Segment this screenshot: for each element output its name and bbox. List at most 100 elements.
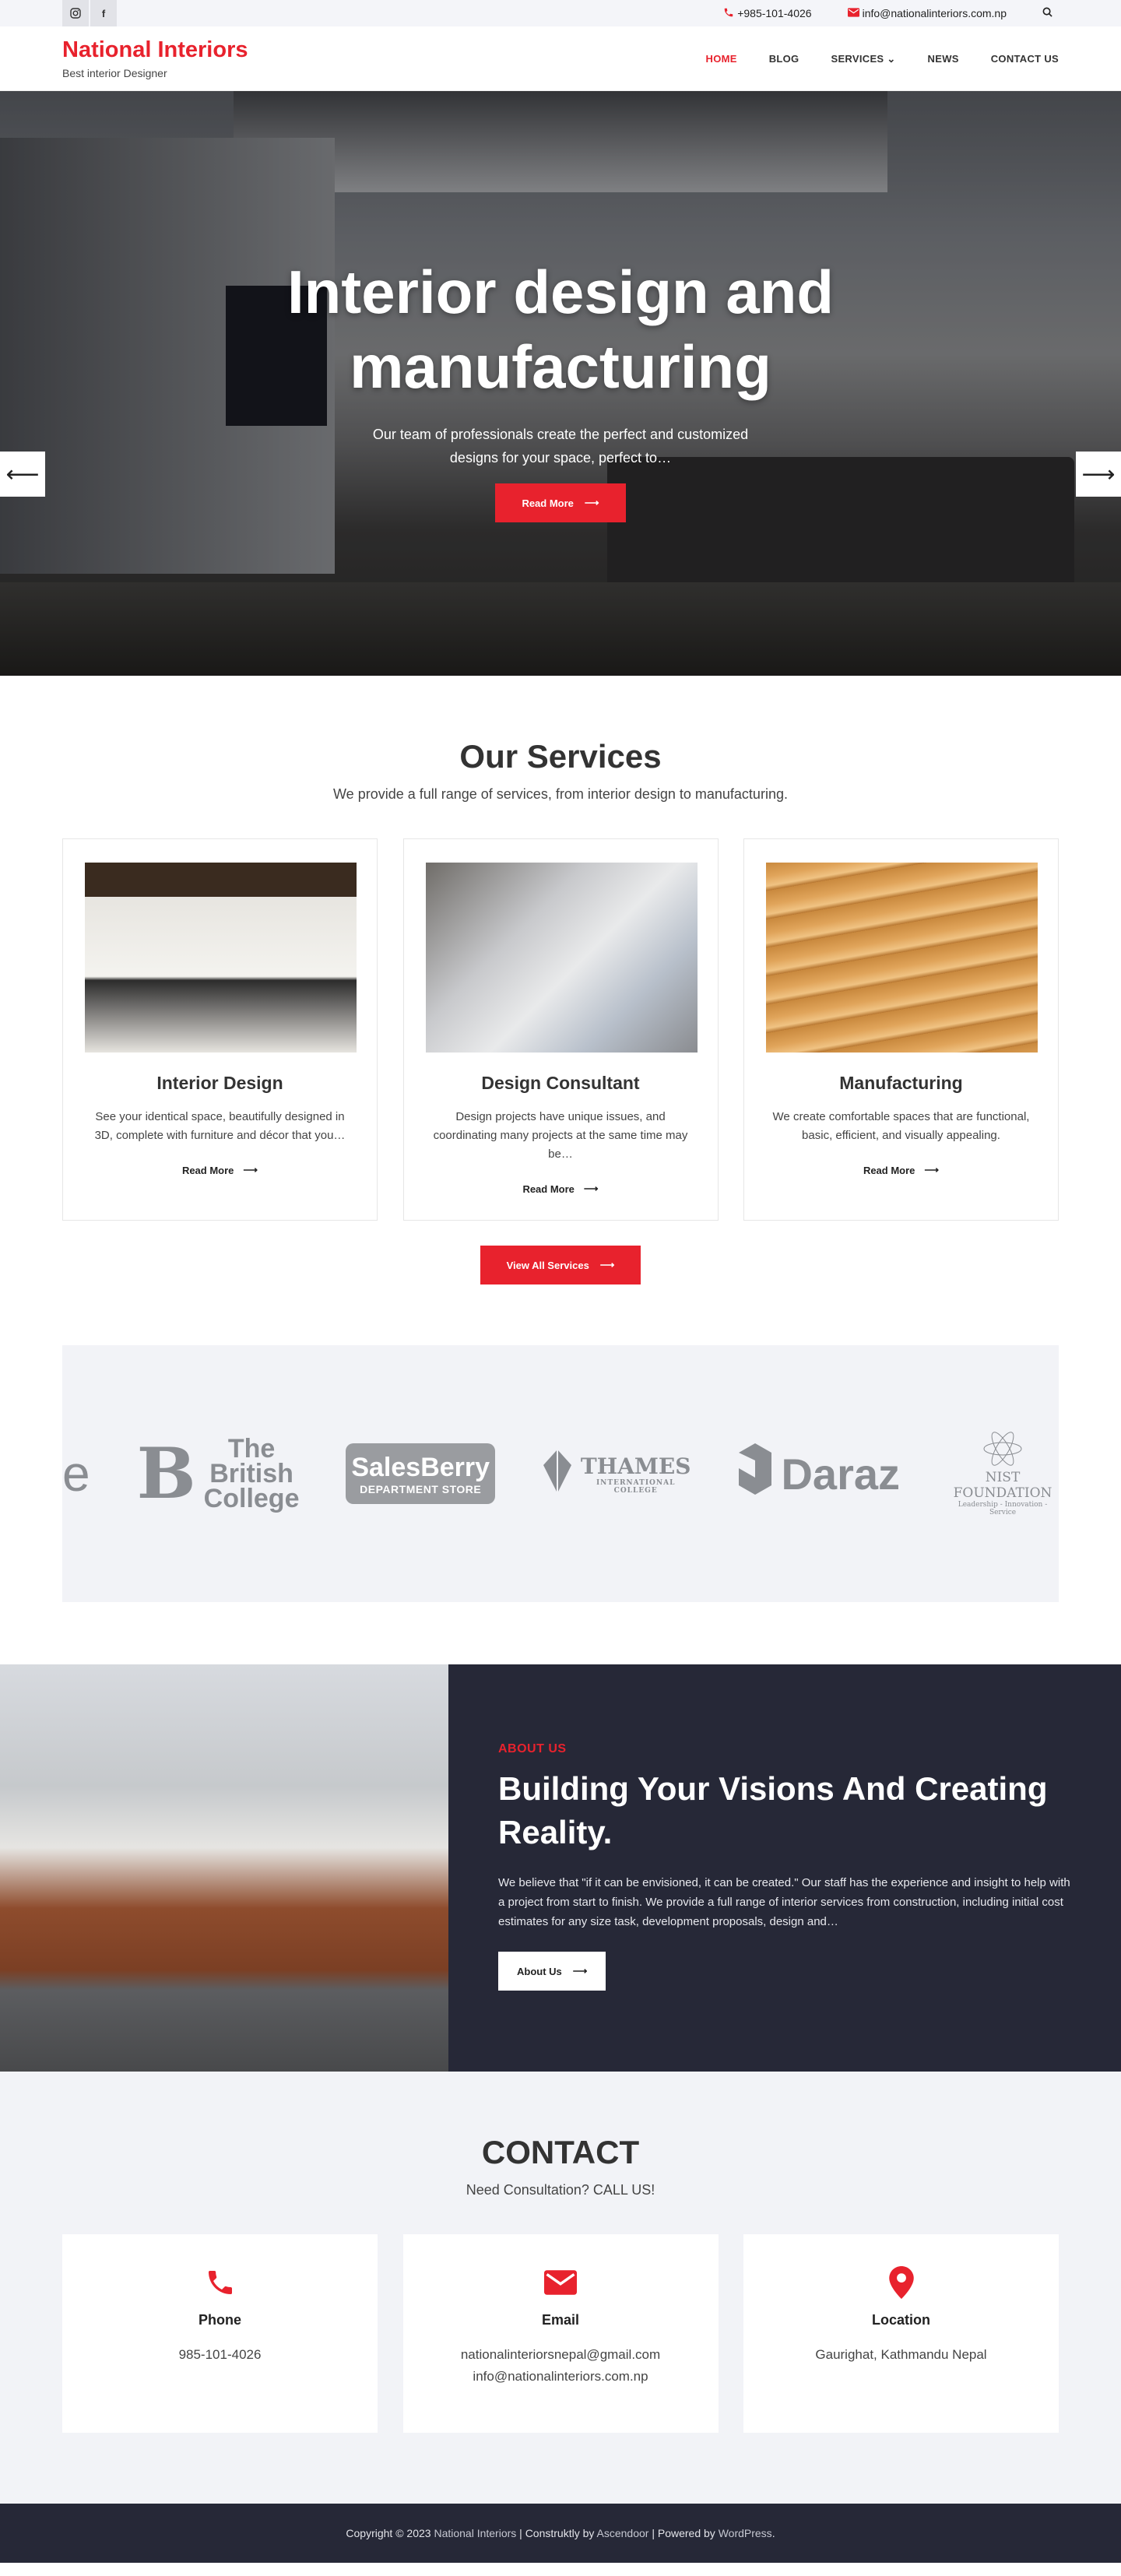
instagram-icon[interactable] (62, 0, 89, 26)
footer-brand-link[interactable]: National Interiors (434, 2527, 516, 2539)
arrow-right-icon: ⟶ (924, 1164, 940, 1176)
slider-prev-button[interactable]: ⟵ (0, 452, 45, 497)
hero-slider: Interior design and manufacturing Our te… (0, 91, 1121, 676)
view-all-services-button[interactable]: View All Services ⟶ (480, 1246, 641, 1284)
topbar-phone[interactable]: +985-101-4026 (723, 7, 812, 20)
about-content: ABOUT US Building Your Visions And Creat… (448, 1664, 1121, 2072)
hero-title-line1: Interior design and (286, 258, 835, 326)
contact-card-phone: Phone 985-101-4026 (62, 2234, 378, 2433)
slider-next-button[interactable]: ⟶ (1076, 452, 1121, 497)
social-links: f (62, 0, 117, 26)
logo-british-college: B The British College (137, 1436, 300, 1513)
arrow-right-icon: ⟶ (572, 1965, 588, 1977)
footer-platform-link[interactable]: WordPress (719, 2527, 772, 2539)
copyright-end: . (771, 2527, 775, 2539)
thames-name: THAMES (580, 1453, 691, 1479)
daraz-mark-icon (737, 1442, 773, 1506)
service-title[interactable]: Manufacturing (766, 1073, 1036, 1094)
service-image-consultant[interactable] (425, 863, 698, 1053)
nist-name: NIST FOUNDATION (953, 1469, 1052, 1501)
brand[interactable]: National Interiors Best interior Designe… (62, 37, 248, 80)
copyright-mid2: | Powered by (648, 2527, 719, 2539)
contact-title: CONTACT (481, 2134, 640, 2170)
search-icon[interactable] (1042, 7, 1052, 19)
salesberry-name: SalesBerry (351, 1452, 490, 1482)
contact-card-title: Email (541, 2312, 580, 2328)
service-text: We create comfortable spaces that are fu… (772, 1110, 1030, 1142)
daraz-name: Daraz (781, 1449, 901, 1499)
thames-leaf-icon (542, 1448, 573, 1500)
arrow-right-icon: ⟶ (584, 497, 599, 508)
contact-section: CONTACT Need Consultation? CALL US! Phon… (0, 2072, 1121, 2504)
contact-email-value[interactable]: nationalinteriorsnepal@gmail.com (403, 2344, 719, 2366)
about-us-button[interactable]: About Us ⟶ (498, 1952, 606, 1991)
hero-read-more-button[interactable]: Read More ⟶ (495, 483, 626, 522)
nav-services[interactable]: SERVICES ⌄ (831, 53, 895, 65)
service-read-more-link[interactable]: Read More ⟶ (863, 1164, 939, 1176)
facebook-icon[interactable]: f (90, 0, 117, 26)
about-section: ABOUT US Building Your Visions And Creat… (0, 1664, 1121, 2072)
nav-home[interactable]: HOME (706, 53, 737, 65)
arrow-right-icon: ⟶ (583, 1183, 599, 1194)
service-title[interactable]: Design Consultant (426, 1073, 696, 1094)
service-image-manufacturing[interactable] (766, 863, 1038, 1053)
hero-text: Our team of professionals create the per… (372, 427, 749, 466)
hero-content: Interior design and manufacturing Our te… (0, 255, 1121, 522)
hero-title: Interior design and manufacturing (0, 255, 1121, 404)
contact-card-title: Location (872, 2312, 930, 2328)
british-college-text: The British College (203, 1436, 300, 1513)
logo-salesberry: SalesBerry DEPARTMENT STORE (346, 1443, 495, 1504)
contact-cards: Phone 985-101-4026 Email nationalinterio… (62, 2234, 1059, 2433)
salesberry-sub: DEPARTMENT STORE (360, 1482, 482, 1495)
read-more-label: Read More (181, 1164, 234, 1176)
service-read-more-link[interactable]: Read More ⟶ (522, 1183, 598, 1195)
contact-phone-value[interactable]: 985-101-4026 (62, 2344, 378, 2366)
logo-daraz: Daraz (737, 1442, 900, 1506)
phone-icon (723, 7, 734, 20)
service-card: Manufacturing We create comfortable spac… (743, 838, 1059, 1221)
services-title: Our Services (459, 738, 662, 775)
topbar-email[interactable]: info@nationalinteriors.com.np (847, 7, 1007, 19)
service-read-more-link[interactable]: Read More ⟶ (182, 1164, 258, 1176)
about-title: Building Your Visions And Creating Reali… (498, 1770, 1048, 1850)
nav-contact[interactable]: CONTACT US (991, 53, 1059, 65)
view-all-label: View All Services (506, 1259, 589, 1271)
contact-card-title: Phone (198, 2312, 241, 2328)
contact-location-value: Gaurighat, Kathmandu Nepal (815, 2347, 987, 2362)
site-title[interactable]: National Interiors (62, 37, 248, 63)
envelope-icon (403, 2264, 719, 2301)
site-footer: Copyright © 2023 National Interiors | Co… (0, 2504, 1121, 2563)
nav-blog[interactable]: BLOG (769, 53, 799, 65)
chevron-down-icon: ⌄ (887, 52, 896, 65)
service-image-interior[interactable] (85, 863, 357, 1053)
bc-word3: College (203, 1484, 300, 1513)
map-pin-icon (743, 2264, 1059, 2301)
service-card: Design Consultant Design projects have u… (402, 838, 719, 1221)
copyright-prefix: Copyright © 2023 (346, 2527, 434, 2539)
copyright-text: Copyright © 2023 National Interiors | Co… (346, 2527, 775, 2539)
contact-email-value[interactable]: info@nationalinteriors.com.np (403, 2366, 719, 2388)
read-more-label: Read More (863, 1164, 915, 1176)
services-section: Our Services We provide a full range of … (0, 676, 1121, 1284)
main-nav: HOME BLOG SERVICES ⌄ NEWS CONTACT US (706, 53, 1059, 65)
about-button-label: About Us (517, 1965, 562, 1977)
services-subtitle: We provide a full range of services, fro… (333, 786, 788, 802)
thames-sub: INTERNATIONAL COLLEGE (596, 1478, 676, 1495)
service-card: Interior Design See your identical space… (62, 838, 378, 1221)
nav-news[interactable]: NEWS (928, 53, 959, 65)
logo-thames: THAMES INTERNATIONAL COLLEGE (542, 1448, 691, 1500)
contact-card-email: Email nationalinteriorsnepal@gmail.com i… (402, 2234, 719, 2433)
read-more-label: Read More (522, 1183, 575, 1195)
about-eyebrow: ABOUT US (498, 1742, 567, 1755)
nist-atom-icon (982, 1431, 1024, 1470)
client-logos-carousel: e B The British College SalesBerry DEPARTM… (62, 1345, 1059, 1602)
about-image (0, 1664, 448, 2072)
topbar-phone-text: +985-101-4026 (737, 7, 812, 19)
arrow-right-icon: ⟶ (243, 1164, 258, 1176)
footer-author-link[interactable]: Ascendoor (597, 2527, 649, 2539)
logo-nist: NIST FOUNDATION Leadership - Innovation … (947, 1431, 1059, 1516)
service-title[interactable]: Interior Design (85, 1073, 355, 1094)
service-text: See your identical space, beautifully de… (94, 1110, 346, 1142)
envelope-icon (847, 7, 859, 19)
about-text: We believe that "if it can be envisioned… (498, 1876, 1070, 1928)
